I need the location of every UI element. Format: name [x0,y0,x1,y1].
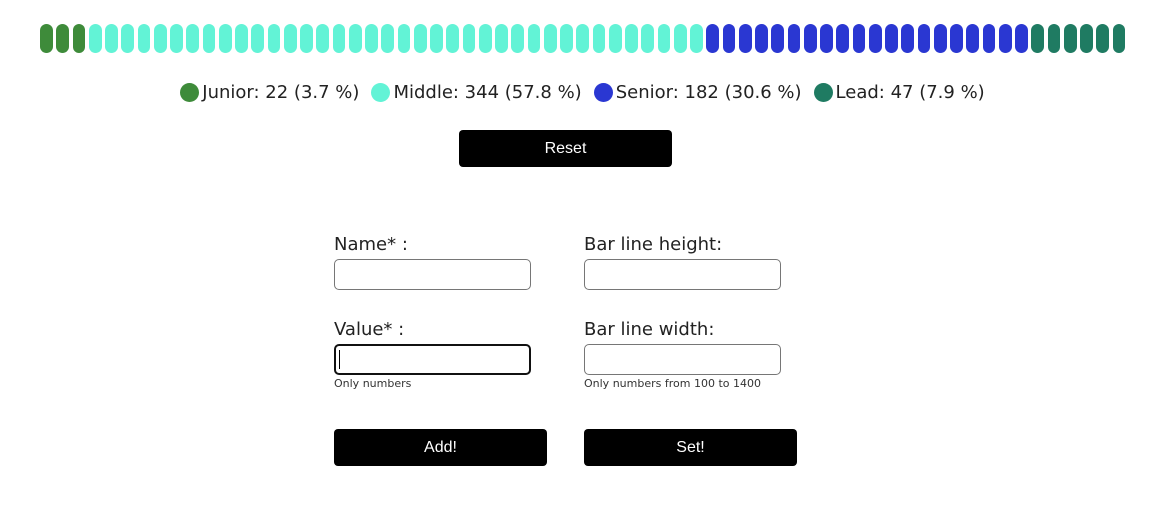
bar-segment-middle [365,24,378,53]
bar-segment-middle [121,24,134,53]
bar-segment-middle [608,24,622,53]
bar-width-input[interactable] [584,344,781,375]
bar-segment-middle [202,24,216,53]
bar-segment-lead [1031,24,1044,53]
bar-segment-middle [576,24,589,53]
bar-segment-middle [137,24,151,53]
bar-segment-senior [998,24,1012,53]
progress-bar-line [40,24,1126,53]
bar-segment-middle [478,24,492,53]
bar-segment-middle [267,24,281,53]
value-hint: Only numbers [334,377,412,390]
bar-segment-junior [72,24,86,53]
legend-item: Senior: 182 (30.6 %) [593,82,802,103]
bar-segment-senior [917,24,931,53]
bar-segment-lead [1080,24,1093,53]
bar-segment-middle [430,24,443,53]
bar-segment-senior [836,24,849,53]
bar-segment-senior [820,24,833,53]
bar-segment-junior [40,24,53,53]
bar-segment-middle [495,24,508,53]
bar-segment-senior [950,24,963,53]
legend-dot-icon [813,83,833,102]
bar-segment-middle [332,24,346,53]
legend-dot-icon [371,83,391,102]
bar-segment-middle [316,24,329,53]
bar-segment-middle [560,24,573,53]
bar-segment-senior [966,24,979,53]
bar-segment-middle [300,24,313,53]
bar-segment-senior [868,24,882,53]
legend-label: Middle: 344 (57.8 %) [393,82,582,103]
bar-segment-middle [218,24,232,53]
text-caret [339,350,340,369]
bar-segment-senior [706,24,719,53]
reset-button[interactable]: Reset [459,130,672,167]
bar-segment-middle [625,24,638,53]
bar-segment-senior [722,24,736,53]
bar-segment-middle [105,24,118,53]
bar-height-label: Bar line height: [584,234,723,255]
legend-item: Middle: 344 (57.8 %) [371,82,582,103]
value-input[interactable] [334,344,531,375]
bar-segment-middle [153,24,167,53]
bar-segment-middle [413,24,427,53]
bar-segment-senior [885,24,898,53]
bar-segment-middle [170,24,183,53]
bar-segment-junior [56,24,69,53]
bar-segment-lead [1063,24,1077,53]
bar-width-label: Bar line width: [584,319,715,340]
bar-segment-middle [527,24,541,53]
legend: Junior: 22 (3.7 %) Middle: 344 (57.8 %) Se… [0,82,1165,103]
legend-dot-icon [180,83,200,102]
legend-label: Senior: 182 (30.6 %) [615,82,802,103]
legend-item: Junior: 22 (3.7 %) [180,82,359,103]
bar-width-hint: Only numbers from 100 to 1400 [584,377,761,390]
bar-segment-senior [738,24,752,53]
bar-segment-middle [348,24,362,53]
bar-segment-middle [283,24,297,53]
bar-segment-middle [88,24,102,53]
bar-segment-middle [235,24,248,53]
bar-segment-senior [901,24,914,53]
value-label: Value* : [334,319,405,340]
bar-segment-middle [462,24,476,53]
set-button[interactable]: Set! [584,429,797,466]
bar-segment-middle [592,24,606,53]
add-button[interactable]: Add! [334,429,547,466]
bar-segment-lead [1112,24,1126,53]
bar-segment-middle [543,24,557,53]
bar-segment-middle [381,24,394,53]
legend-item: Lead: 47 (7.9 %) [813,82,985,103]
name-input[interactable] [334,259,531,290]
bar-height-input[interactable] [584,259,781,290]
legend-dot-icon [593,83,613,102]
bar-segment-senior [933,24,947,53]
bar-segment-senior [982,24,996,53]
bar-segment-lead [1096,24,1109,53]
bar-segment-middle [657,24,671,53]
bar-segment-senior [755,24,768,53]
bar-segment-senior [771,24,784,53]
legend-label: Junior: 22 (3.7 %) [202,82,360,103]
bar-segment-middle [673,24,687,53]
bar-segment-middle [511,24,524,53]
bar-segment-middle [186,24,199,53]
bar-segment-middle [251,24,264,53]
bar-segment-middle [690,24,703,53]
bar-segment-senior [803,24,817,53]
bar-segment-senior [787,24,801,53]
bar-segment-middle [397,24,411,53]
bar-segment-middle [641,24,654,53]
bar-segment-senior [852,24,866,53]
legend-label: Lead: 47 (7.9 %) [835,82,985,103]
bar-segment-senior [1015,24,1028,53]
bar-segment-lead [1047,24,1061,53]
bar-segment-middle [446,24,459,53]
name-label: Name* : [334,234,408,255]
